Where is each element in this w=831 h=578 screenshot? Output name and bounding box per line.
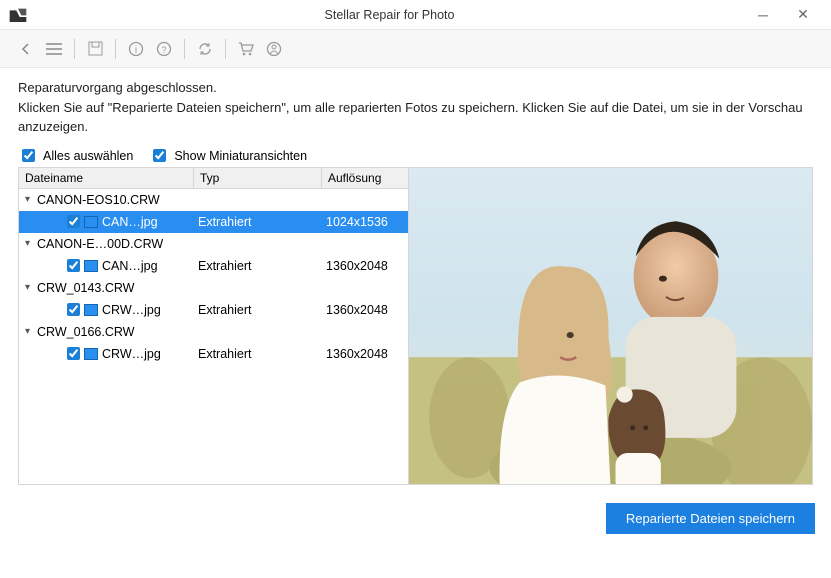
- tree-parent-row[interactable]: ▾CRW_0143.CRW: [19, 277, 408, 299]
- hamburger-icon[interactable]: [40, 35, 68, 63]
- tree-child-row[interactable]: CRW…jpgExtrahiert1360x2048: [19, 343, 408, 365]
- svg-text:i: i: [135, 45, 137, 56]
- col-filename[interactable]: Dateiname: [19, 168, 194, 188]
- tree-parent-row[interactable]: ▾CANON-EOS10.CRW: [19, 189, 408, 211]
- preview-pane: [409, 168, 812, 484]
- image-icon: [84, 260, 98, 272]
- save-icon[interactable]: [81, 35, 109, 63]
- close-button[interactable]: ✕: [783, 1, 823, 29]
- window-title: Stellar Repair for Photo: [36, 8, 743, 22]
- svg-text:?: ?: [161, 45, 166, 55]
- col-resolution[interactable]: Auflösung: [322, 168, 408, 188]
- minimize-button[interactable]: ─: [743, 1, 783, 29]
- help-icon[interactable]: ?: [150, 35, 178, 63]
- status-text: Reparaturvorgang abgeschlossen.: [18, 80, 813, 95]
- hint-text: Klicken Sie auf "Reparierte Dateien spei…: [18, 99, 813, 137]
- row-checkbox[interactable]: [67, 215, 80, 228]
- image-icon: [84, 348, 98, 360]
- image-icon: [84, 216, 98, 228]
- row-checkbox[interactable]: [67, 303, 80, 316]
- refresh-icon[interactable]: [191, 35, 219, 63]
- tree-parent-row[interactable]: ▾CRW_0166.CRW: [19, 321, 408, 343]
- col-type[interactable]: Typ: [194, 168, 322, 188]
- app-logo-icon: [8, 7, 28, 23]
- row-checkbox[interactable]: [67, 259, 80, 272]
- back-icon[interactable]: [12, 35, 40, 63]
- toolbar: i ?: [0, 30, 831, 68]
- tree-child-row[interactable]: CRW…jpgExtrahiert1360x2048: [19, 299, 408, 321]
- row-checkbox[interactable]: [67, 347, 80, 360]
- save-repaired-files-button[interactable]: Reparierte Dateien speichern: [606, 503, 815, 534]
- tree-child-row[interactable]: CAN…jpgExtrahiert1024x1536: [19, 211, 408, 233]
- column-headers: Dateiname Typ Auflösung: [19, 168, 408, 189]
- cart-icon[interactable]: [232, 35, 260, 63]
- info-icon[interactable]: i: [122, 35, 150, 63]
- select-all-checkbox[interactable]: Alles auswählen: [18, 149, 133, 163]
- image-icon: [84, 304, 98, 316]
- show-thumbnails-checkbox[interactable]: Show Miniaturansichten: [149, 149, 307, 163]
- tree-child-row[interactable]: CAN…jpgExtrahiert1360x2048: [19, 255, 408, 277]
- tree-parent-row[interactable]: ▾CANON-E…00D.CRW: [19, 233, 408, 255]
- user-icon[interactable]: [260, 35, 288, 63]
- file-tree[interactable]: ▾CANON-EOS10.CRWCAN…jpgExtrahiert1024x15…: [19, 189, 408, 484]
